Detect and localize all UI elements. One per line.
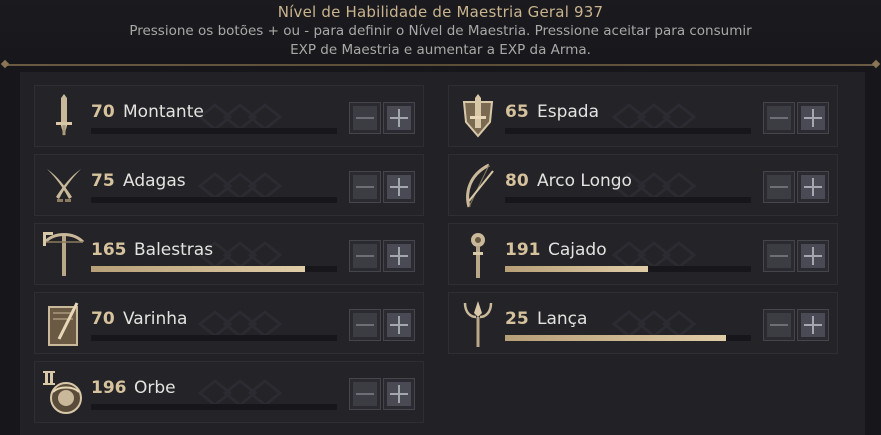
mastery-progress-bar [91,197,337,203]
increase-level-button[interactable] [797,240,829,272]
mastery-panel: 70 Montante 65 Espada 75 Adagas 80 Arco … [20,72,865,435]
instruction-text-line2: EXP de Maestria e aumentar a EXP da Arma… [290,42,591,58]
minus-icon [356,255,374,257]
increase-level-button[interactable] [383,309,415,341]
plus-icon [390,247,408,265]
decrease-level-button[interactable] [763,171,795,203]
wand-tome-icon [41,299,87,349]
staff-icon [455,230,501,280]
instruction-text-line1: Pressione os botões + ou - para definir … [129,23,752,39]
plus-icon [804,316,822,334]
mastery-progress-fill [505,266,648,272]
minus-icon [770,324,788,326]
weapon-level: 80 [505,171,529,191]
weapon-name: Espada [537,102,600,122]
mastery-progress-bar [91,128,337,134]
decrease-level-button[interactable] [349,240,381,272]
weapon-name: Balestras [134,240,214,260]
weapon-card-adagas: 75 Adagas [34,154,424,216]
plus-icon [390,316,408,334]
plus-icon [390,178,408,196]
weapon-name: Lança [537,309,588,329]
weapon-name: Montante [123,102,204,122]
minus-icon [356,324,374,326]
daggers-icon [41,161,87,211]
crossbow-icon [41,230,87,280]
decrease-level-button[interactable] [349,309,381,341]
weapon-card-montante: 70 Montante [34,85,424,147]
mastery-progress-bar [505,128,751,134]
mastery-progress-bar [91,404,337,410]
weapon-name: Varinha [123,309,188,329]
plus-icon [390,385,408,403]
increase-level-button[interactable] [797,102,829,134]
page-title: Nível de Habilidade de Maestria Geral 93… [277,3,604,21]
minus-icon [356,117,374,119]
weapon-level: 196 [91,378,127,398]
decrease-level-button[interactable] [763,309,795,341]
weapon-name: Arco Longo [537,171,632,191]
header: Nível de Habilidade de Maestria Geral 93… [0,0,881,60]
increase-level-button[interactable] [383,171,415,203]
decrease-level-button[interactable] [349,378,381,410]
orb-icon [41,368,87,418]
mastery-progress-bar [505,266,751,272]
greatsword-icon [41,92,87,142]
weapon-name: Cajado [548,240,607,260]
weapon-card-lanca: 25 Lança [448,292,838,354]
decrease-level-button[interactable] [349,171,381,203]
weapon-card-orbe: 196 Orbe [34,361,424,423]
weapon-name: Adagas [123,171,186,191]
weapon-level: 165 [91,240,127,260]
header-divider [4,64,877,66]
minus-icon [770,117,788,119]
mastery-progress-bar [505,197,751,203]
weapon-level: 70 [91,102,115,122]
plus-icon [804,178,822,196]
increase-level-button[interactable] [797,309,829,341]
decrease-level-button[interactable] [349,102,381,134]
weapon-card-cajado: 191 Cajado [448,223,838,285]
minus-icon [356,393,374,395]
weapon-level: 191 [505,240,541,260]
mastery-progress-bar [91,266,337,272]
decrease-level-button[interactable] [763,240,795,272]
weapon-card-arco-longo: 80 Arco Longo [448,154,838,216]
plus-icon [390,109,408,127]
weapon-level: 25 [505,309,529,329]
mastery-progress-bar [91,335,337,341]
plus-icon [804,109,822,127]
weapon-card-varinha: 70 Varinha [34,292,424,354]
minus-icon [770,186,788,188]
mastery-progress-fill [91,266,306,272]
mastery-progress-fill [505,335,727,341]
minus-icon [356,186,374,188]
weapon-level: 75 [91,171,115,191]
weapon-card-balestras: 165 Balestras [34,223,424,285]
mastery-progress-bar [505,335,751,341]
weapon-level: 70 [91,309,115,329]
sword-shield-icon [455,92,501,142]
increase-level-button[interactable] [383,378,415,410]
spear-icon [455,299,501,349]
increase-level-button[interactable] [383,240,415,272]
weapon-name: Orbe [134,378,176,398]
plus-icon [804,247,822,265]
increase-level-button[interactable] [797,171,829,203]
minus-icon [770,255,788,257]
weapon-level: 65 [505,102,529,122]
longbow-icon [455,161,501,211]
increase-level-button[interactable] [383,102,415,134]
weapon-card-espada: 65 Espada [448,85,838,147]
decrease-level-button[interactable] [763,102,795,134]
